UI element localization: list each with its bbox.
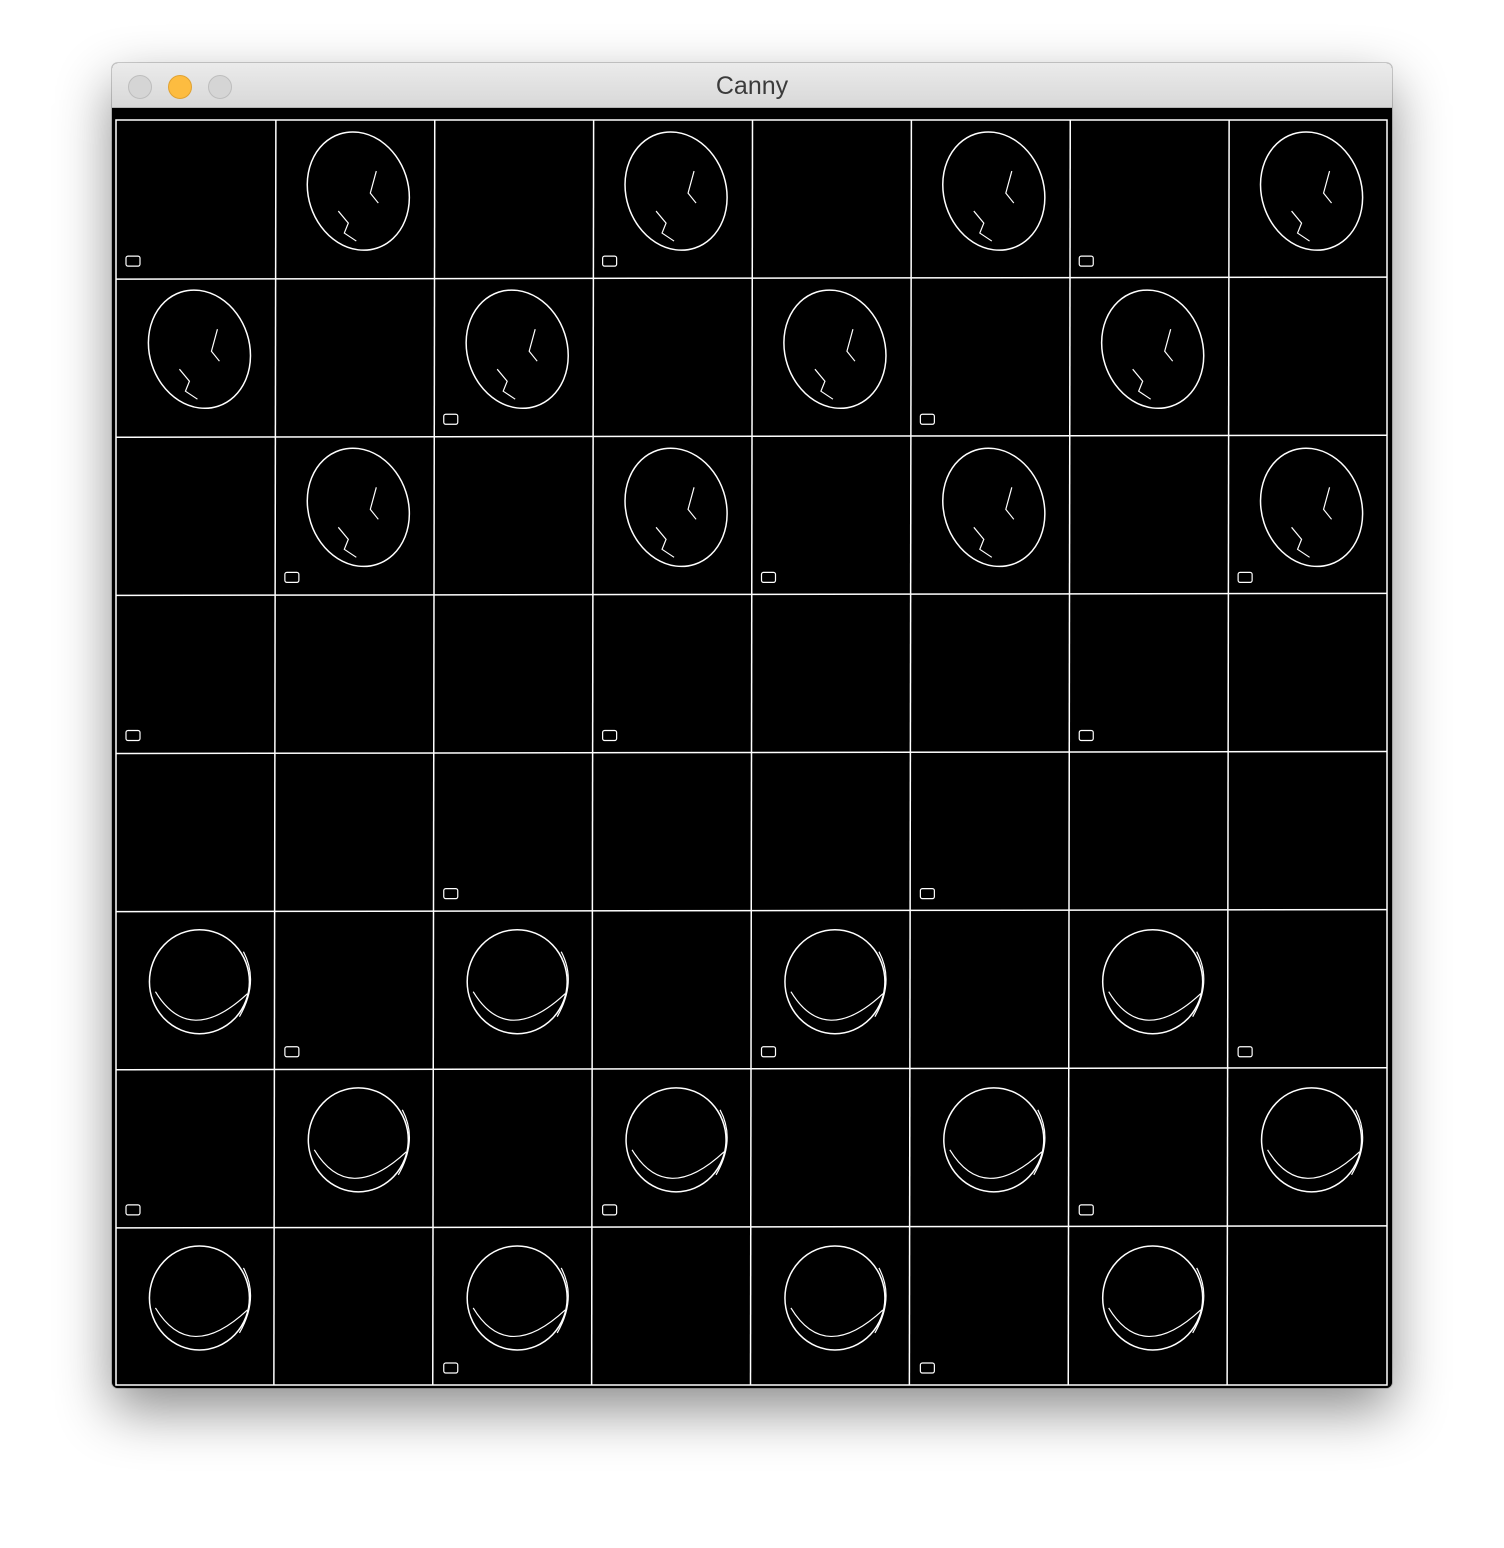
canny-window: Canny [112, 63, 1392, 1388]
grid-line-horizontal [115, 750, 1388, 755]
piece-shadow-edge [949, 1149, 1043, 1179]
piece-texture-edge [973, 487, 1015, 558]
square-marking [919, 413, 935, 425]
piece-texture-edge [1291, 170, 1333, 242]
square-marking [1237, 1046, 1253, 1058]
piece-shadow-edge [472, 1307, 566, 1338]
piece-shadow-edge [790, 991, 884, 1021]
piece-shadow-edge [1267, 1149, 1360, 1179]
piece-shadow-edge [1108, 1307, 1202, 1338]
piece-outline [784, 928, 886, 1035]
square-marking [125, 729, 141, 742]
square-marking [443, 413, 459, 425]
grid-line-horizontal [115, 276, 1388, 280]
square-marking [1237, 571, 1253, 583]
piece-outline [466, 928, 568, 1035]
piece-outline [1259, 447, 1364, 568]
piece-outline [1101, 928, 1204, 1035]
piece-texture-edge [337, 170, 379, 242]
square-marking [760, 571, 777, 583]
piece-texture-edge [178, 329, 220, 400]
square-marking [919, 888, 935, 900]
piece-texture-edge [337, 487, 379, 558]
piece-texture-edge [655, 487, 697, 558]
piece-shadow-edge [472, 991, 566, 1021]
piece-outline [942, 131, 1046, 251]
piece-outline [306, 447, 411, 568]
piece-shadow-edge [631, 1149, 725, 1179]
piece-texture-edge [1132, 329, 1174, 400]
edge-drawing [115, 119, 1388, 1386]
square-marking [1078, 255, 1094, 267]
grid-line-horizontal [115, 1225, 1388, 1229]
piece-texture-edge [655, 170, 697, 242]
piece-outline [625, 1087, 727, 1193]
piece-outline [943, 1087, 1045, 1193]
piece-outline [624, 447, 728, 568]
piece-outline [148, 928, 251, 1035]
piece-shadow-edge [790, 1307, 884, 1338]
square-marking [443, 888, 459, 900]
canny-edge-image [112, 108, 1392, 1388]
piece-outline [942, 447, 1046, 568]
piece-shadow-edge [1108, 991, 1202, 1021]
piece-outline [147, 289, 252, 410]
piece-outline [306, 131, 411, 251]
piece-outline [307, 1087, 410, 1193]
square-marking [284, 1046, 300, 1058]
piece-shadow-edge [313, 1149, 407, 1179]
piece-outline [465, 289, 569, 410]
square-marking [919, 1362, 935, 1374]
square-marking [602, 729, 618, 742]
piece-outline [1259, 131, 1364, 251]
piece-outline [466, 1245, 568, 1351]
square-marking [125, 255, 141, 267]
piece-texture-edge [973, 170, 1015, 242]
piece-outline [1100, 289, 1205, 410]
square-marking [284, 571, 300, 583]
piece-outline [1101, 1245, 1204, 1351]
window-title: Canny [715, 72, 789, 100]
title-bar[interactable]: Canny [112, 63, 1392, 108]
grid-line-horizontal [115, 592, 1388, 597]
square-marking [760, 1046, 777, 1058]
piece-outline [624, 131, 728, 251]
piece-outline [148, 1245, 251, 1351]
square-marking [1078, 729, 1094, 742]
piece-outline [1260, 1087, 1363, 1193]
square-marking [602, 1204, 618, 1216]
grid-line-horizontal [115, 1067, 1388, 1071]
grid-line-horizontal [115, 908, 1388, 913]
square-marking [443, 1362, 459, 1374]
piece-texture-edge [1291, 487, 1333, 558]
square-marking [602, 255, 618, 267]
grid-line-horizontal [115, 434, 1388, 438]
piece-texture-edge [814, 329, 856, 400]
piece-shadow-edge [154, 991, 248, 1021]
piece-outline [783, 289, 887, 410]
square-marking [125, 1204, 141, 1216]
piece-shadow-edge [154, 1307, 248, 1338]
square-marking [1078, 1204, 1094, 1216]
piece-outline [784, 1245, 886, 1351]
piece-texture-edge [496, 329, 538, 400]
